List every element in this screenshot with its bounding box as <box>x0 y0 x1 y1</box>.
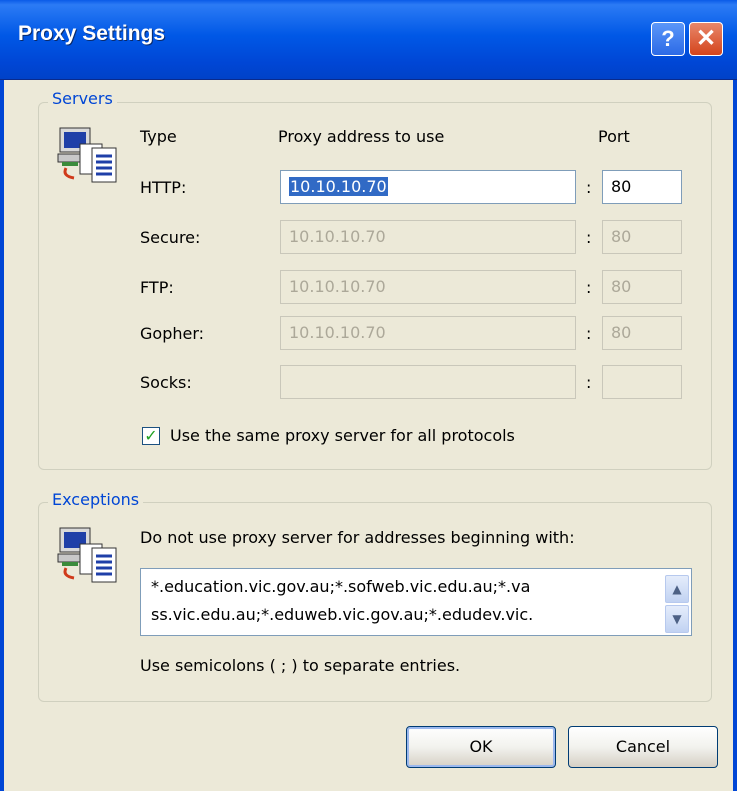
socks-address-input[interactable] <box>280 365 576 399</box>
secure-label: Secure: <box>140 228 201 247</box>
secure-colon: : <box>586 228 592 247</box>
gopher-port-input[interactable]: 80 <box>602 316 682 350</box>
socks-port-input[interactable] <box>602 365 682 399</box>
ftp-address-input[interactable]: 10.10.10.70 <box>280 270 576 304</box>
exceptions-textarea[interactable]: *.education.vic.gov.au;*.sofweb.vic.edu.… <box>140 568 692 636</box>
exceptions-description: Do not use proxy server for addresses be… <box>140 528 575 547</box>
gopher-label: Gopher: <box>140 324 205 343</box>
address-column-header: Proxy address to use <box>278 127 445 146</box>
computer-network-icon <box>57 527 117 583</box>
port-column-header: Port <box>598 127 630 146</box>
ftp-label: FTP: <box>140 278 174 297</box>
http-address-value: 10.10.10.70 <box>289 177 388 196</box>
exceptions-hint: Use semicolons ( ; ) to separate entries… <box>140 656 461 675</box>
scroll-up-icon[interactable]: ▲ <box>665 575 689 603</box>
same-proxy-label[interactable]: Use the same proxy server for all protoc… <box>170 426 515 445</box>
exceptions-line-2: ss.vic.edu.au;*.eduweb.vic.gov.au;*.edud… <box>151 605 534 624</box>
http-port-input[interactable]: 80 <box>602 170 682 204</box>
gopher-colon: : <box>586 324 592 343</box>
secure-port-input[interactable]: 80 <box>602 220 682 254</box>
servers-legend: Servers <box>48 89 117 108</box>
close-button[interactable]: ✕ <box>689 22 723 56</box>
secure-address-input[interactable]: 10.10.10.70 <box>280 220 576 254</box>
help-button[interactable]: ? <box>651 22 685 56</box>
socks-colon: : <box>586 373 592 392</box>
http-address-input[interactable]: 10.10.10.70 <box>280 170 576 204</box>
http-label: HTTP: <box>140 178 187 197</box>
window-title: Proxy Settings <box>18 22 166 45</box>
cancel-button[interactable]: Cancel <box>568 726 718 768</box>
computer-network-icon <box>57 127 117 183</box>
ftp-colon: : <box>586 278 592 297</box>
window-border-left <box>0 80 4 791</box>
window-border-right <box>733 80 737 791</box>
scroll-down-icon[interactable]: ▼ <box>665 605 689 633</box>
same-proxy-checkbox[interactable]: ✓ <box>142 427 160 445</box>
ftp-port-input[interactable]: 80 <box>602 270 682 304</box>
exceptions-text: *.education.vic.gov.au;*.sofweb.vic.edu.… <box>151 573 653 629</box>
socks-label: Socks: <box>140 373 192 392</box>
exceptions-legend: Exceptions <box>48 490 144 509</box>
ok-button[interactable]: OK <box>406 726 556 768</box>
http-colon: : <box>586 178 592 197</box>
type-column-header: Type <box>140 127 177 146</box>
gopher-address-input[interactable]: 10.10.10.70 <box>280 316 576 350</box>
exceptions-line-1: *.education.vic.gov.au;*.sofweb.vic.edu.… <box>151 577 531 596</box>
